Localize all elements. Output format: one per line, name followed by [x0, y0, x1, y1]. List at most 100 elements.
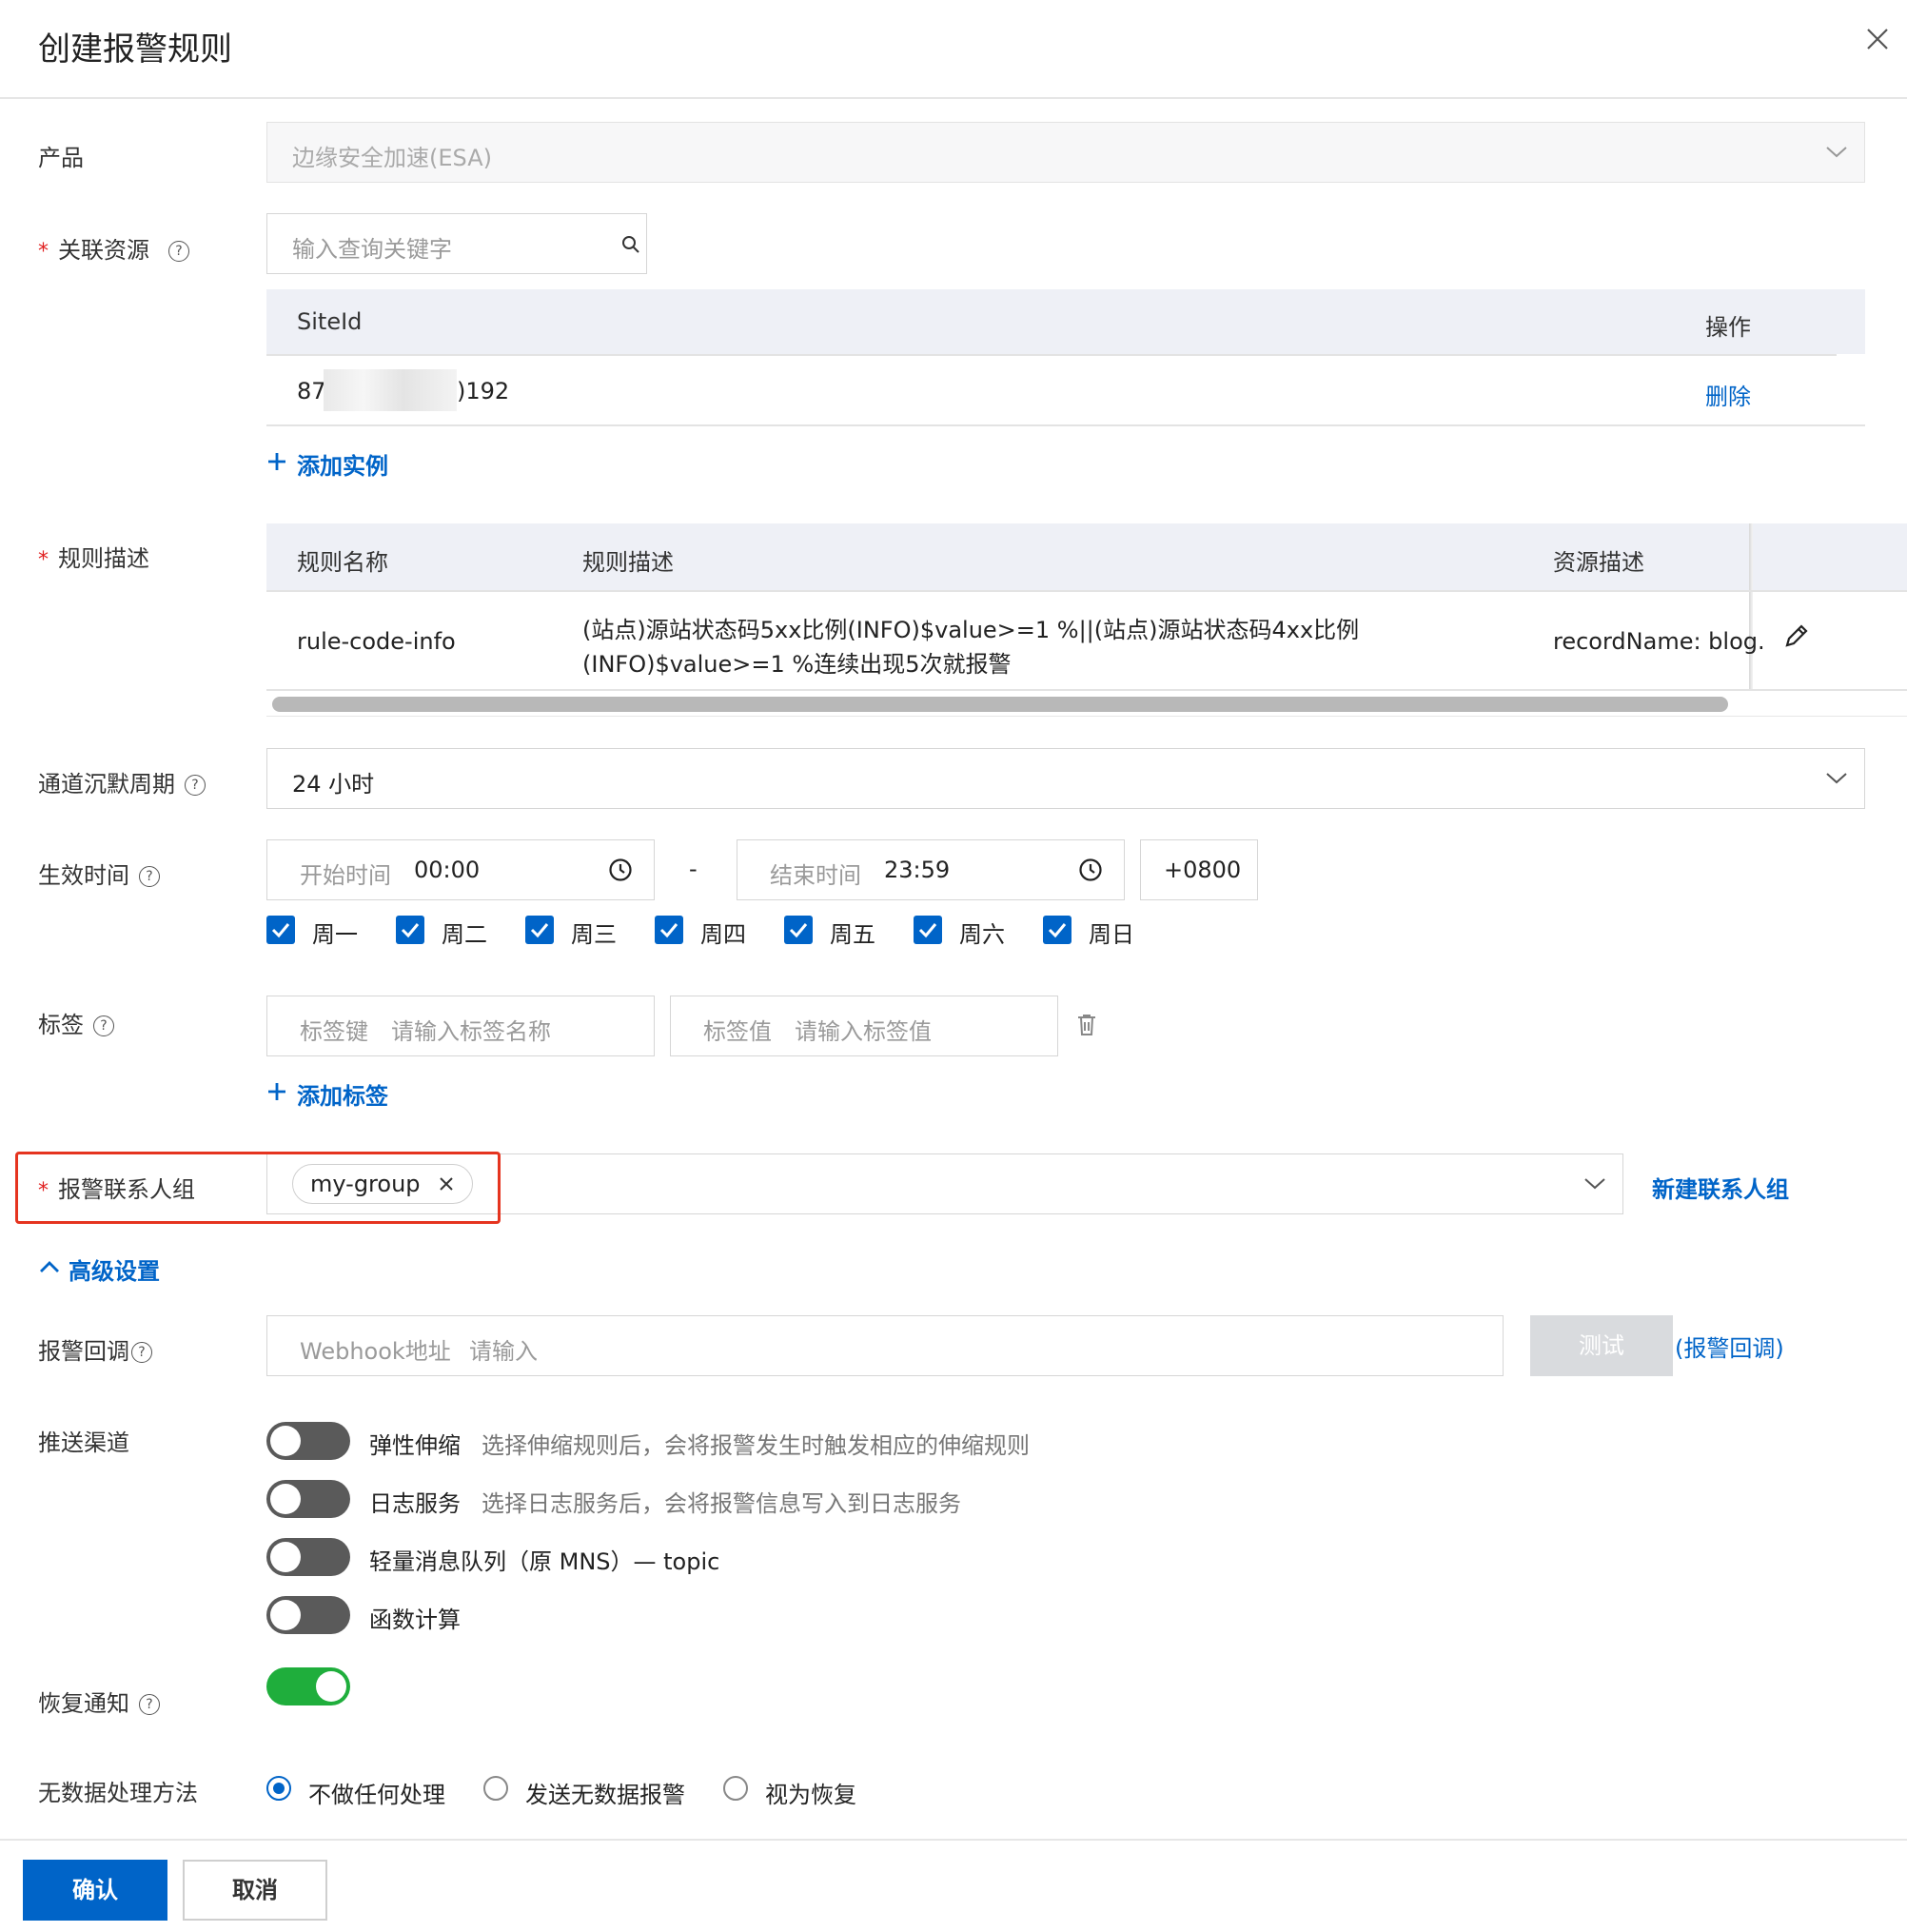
- tag-value-label: 标签值: [703, 1018, 772, 1045]
- resource-table-header: [266, 289, 1865, 354]
- toggle-knob: [270, 1484, 301, 1514]
- close-icon[interactable]: [1863, 25, 1892, 53]
- toggle-knob: [270, 1542, 301, 1572]
- timezone-value: +0800: [1164, 857, 1242, 883]
- resource-col-siteid: SiteId: [297, 308, 363, 335]
- nodata-label: 无数据处理方法: [38, 1780, 198, 1806]
- help-icon[interactable]: ?: [139, 1694, 160, 1715]
- resource-search-input[interactable]: 输入查询关键字: [266, 213, 647, 274]
- help-icon[interactable]: ?: [185, 775, 206, 796]
- callback-label-text: 报警回调: [38, 1338, 129, 1365]
- help-icon[interactable]: ?: [168, 241, 189, 262]
- check-icon: [271, 923, 290, 938]
- push-channel-toggle[interactable]: [266, 1538, 350, 1576]
- nodata-option-label: 视为恢复: [765, 1782, 856, 1808]
- test-button[interactable]: 测试: [1530, 1315, 1673, 1376]
- chevron-up-icon: [40, 1261, 59, 1272]
- footer-divider: [0, 1839, 1907, 1841]
- product-value: 边缘安全加速(ESA): [292, 145, 492, 171]
- site-id-prefix: 87: [297, 378, 326, 404]
- push-label: 推送渠道: [38, 1429, 129, 1456]
- trash-icon[interactable]: [1075, 1013, 1098, 1037]
- rule-name: rule-code-info: [297, 628, 456, 655]
- weekday-checkbox[interactable]: [525, 916, 554, 944]
- nodata-option-label: 不做任何处理: [308, 1782, 445, 1808]
- cancel-button[interactable]: 取消: [183, 1860, 327, 1921]
- push-channel-toggle[interactable]: [266, 1422, 350, 1460]
- clock-icon: [609, 858, 632, 881]
- table-divider: [266, 424, 1865, 426]
- rule-desc-line1: (站点)源站状态码5xx比例(INFO)$value>=1 %||(站点)源站状…: [582, 617, 1360, 643]
- help-icon[interactable]: ?: [139, 866, 160, 887]
- rule-col-resource: 资源描述: [1553, 549, 1644, 576]
- silence-select[interactable]: 24 小时: [266, 748, 1865, 809]
- toggle-knob: [270, 1600, 301, 1630]
- weekday-checkbox[interactable]: [655, 916, 683, 944]
- push-channel-name: 弹性伸缩: [369, 1432, 461, 1459]
- required-mark: *: [38, 240, 49, 264]
- new-contact-group-link[interactable]: 新建联系人组: [1652, 1171, 1789, 1204]
- search-icon[interactable]: [621, 235, 640, 254]
- end-time-picker[interactable]: 结束时间 23:59: [737, 839, 1125, 900]
- tag-key-label: 标签键: [300, 1018, 368, 1045]
- help-icon[interactable]: ?: [93, 1015, 114, 1036]
- weekday-checkbox[interactable]: [784, 916, 813, 944]
- nodata-radio[interactable]: [723, 1776, 748, 1801]
- dialog-title: 创建报警规则: [38, 30, 232, 69]
- weekday-checkbox[interactable]: [266, 916, 295, 944]
- end-time-value: 23:59: [884, 857, 951, 883]
- effective-label-text: 生效时间: [38, 862, 129, 889]
- delete-resource-link[interactable]: 删除: [1705, 378, 1751, 411]
- rule-table-header: [266, 523, 1907, 590]
- push-channel-name: 函数计算: [369, 1607, 461, 1633]
- recovery-toggle[interactable]: [266, 1667, 350, 1705]
- weekday-checkbox[interactable]: [1043, 916, 1071, 944]
- webhook-placeholder: 请输入: [469, 1338, 538, 1365]
- resource-label: * 关联资源?: [38, 231, 189, 265]
- weekday-label: 周四: [700, 921, 746, 948]
- plus-icon: [268, 1083, 285, 1100]
- push-channel-toggle[interactable]: [266, 1596, 350, 1634]
- check-icon: [659, 923, 678, 938]
- push-channel-toggle[interactable]: [266, 1480, 350, 1518]
- silence-value: 24 小时: [292, 771, 375, 798]
- tag-value-placeholder: 请输入标签值: [795, 1018, 932, 1045]
- table-divider: [266, 354, 1837, 356]
- recovery-label: 恢复通知?: [38, 1685, 160, 1718]
- weekday-checkbox[interactable]: [396, 916, 424, 944]
- tags-label-text: 标签: [38, 1012, 84, 1038]
- clock-icon: [1079, 858, 1102, 881]
- weekday-label: 周日: [1089, 921, 1134, 948]
- rule-resource: recordName: blog.: [1553, 628, 1765, 655]
- chevron-down-icon: [1826, 773, 1847, 784]
- resource-label-text: 关联资源: [58, 237, 149, 264]
- callback-help-link[interactable]: (报警回调): [1675, 1330, 1784, 1363]
- add-instance-label: 添加实例: [297, 453, 388, 480]
- chevron-down-icon: [1584, 1178, 1605, 1190]
- confirm-button[interactable]: 确认: [23, 1860, 167, 1921]
- chevron-down-icon: [1826, 147, 1847, 158]
- horizontal-scrollbar[interactable]: [272, 697, 1728, 712]
- effective-label: 生效时间?: [38, 857, 160, 890]
- tag-key-input[interactable]: 标签键 请输入标签名称: [266, 996, 655, 1056]
- weekday-label: 周六: [959, 921, 1005, 948]
- tag-value-input[interactable]: 标签值 请输入标签值: [670, 996, 1058, 1056]
- nodata-radio[interactable]: [266, 1776, 291, 1801]
- redacted-block: [324, 369, 457, 411]
- required-mark: *: [38, 548, 49, 572]
- check-icon: [1048, 923, 1067, 938]
- end-time-label: 结束时间: [770, 862, 861, 889]
- weekday-checkbox[interactable]: [914, 916, 942, 944]
- push-channel-desc: 选择伸缩规则后，会将报警发生时触发相应的伸缩规则: [482, 1432, 1030, 1459]
- toggle-knob: [316, 1671, 346, 1702]
- push-channel-name: 轻量消息队列（原 MNS）— topic: [369, 1548, 720, 1575]
- start-time-label: 开始时间: [300, 862, 391, 889]
- nodata-radio[interactable]: [483, 1776, 508, 1801]
- weekday-label: 周五: [830, 921, 875, 948]
- header-divider: [0, 97, 1907, 99]
- start-time-picker[interactable]: 开始时间 00:00: [266, 839, 655, 900]
- webhook-input[interactable]: Webhook地址 请输入: [266, 1315, 1504, 1376]
- help-icon[interactable]: ?: [131, 1342, 152, 1363]
- timezone-select[interactable]: +0800: [1140, 839, 1258, 900]
- edit-pencil-icon[interactable]: [1783, 622, 1810, 649]
